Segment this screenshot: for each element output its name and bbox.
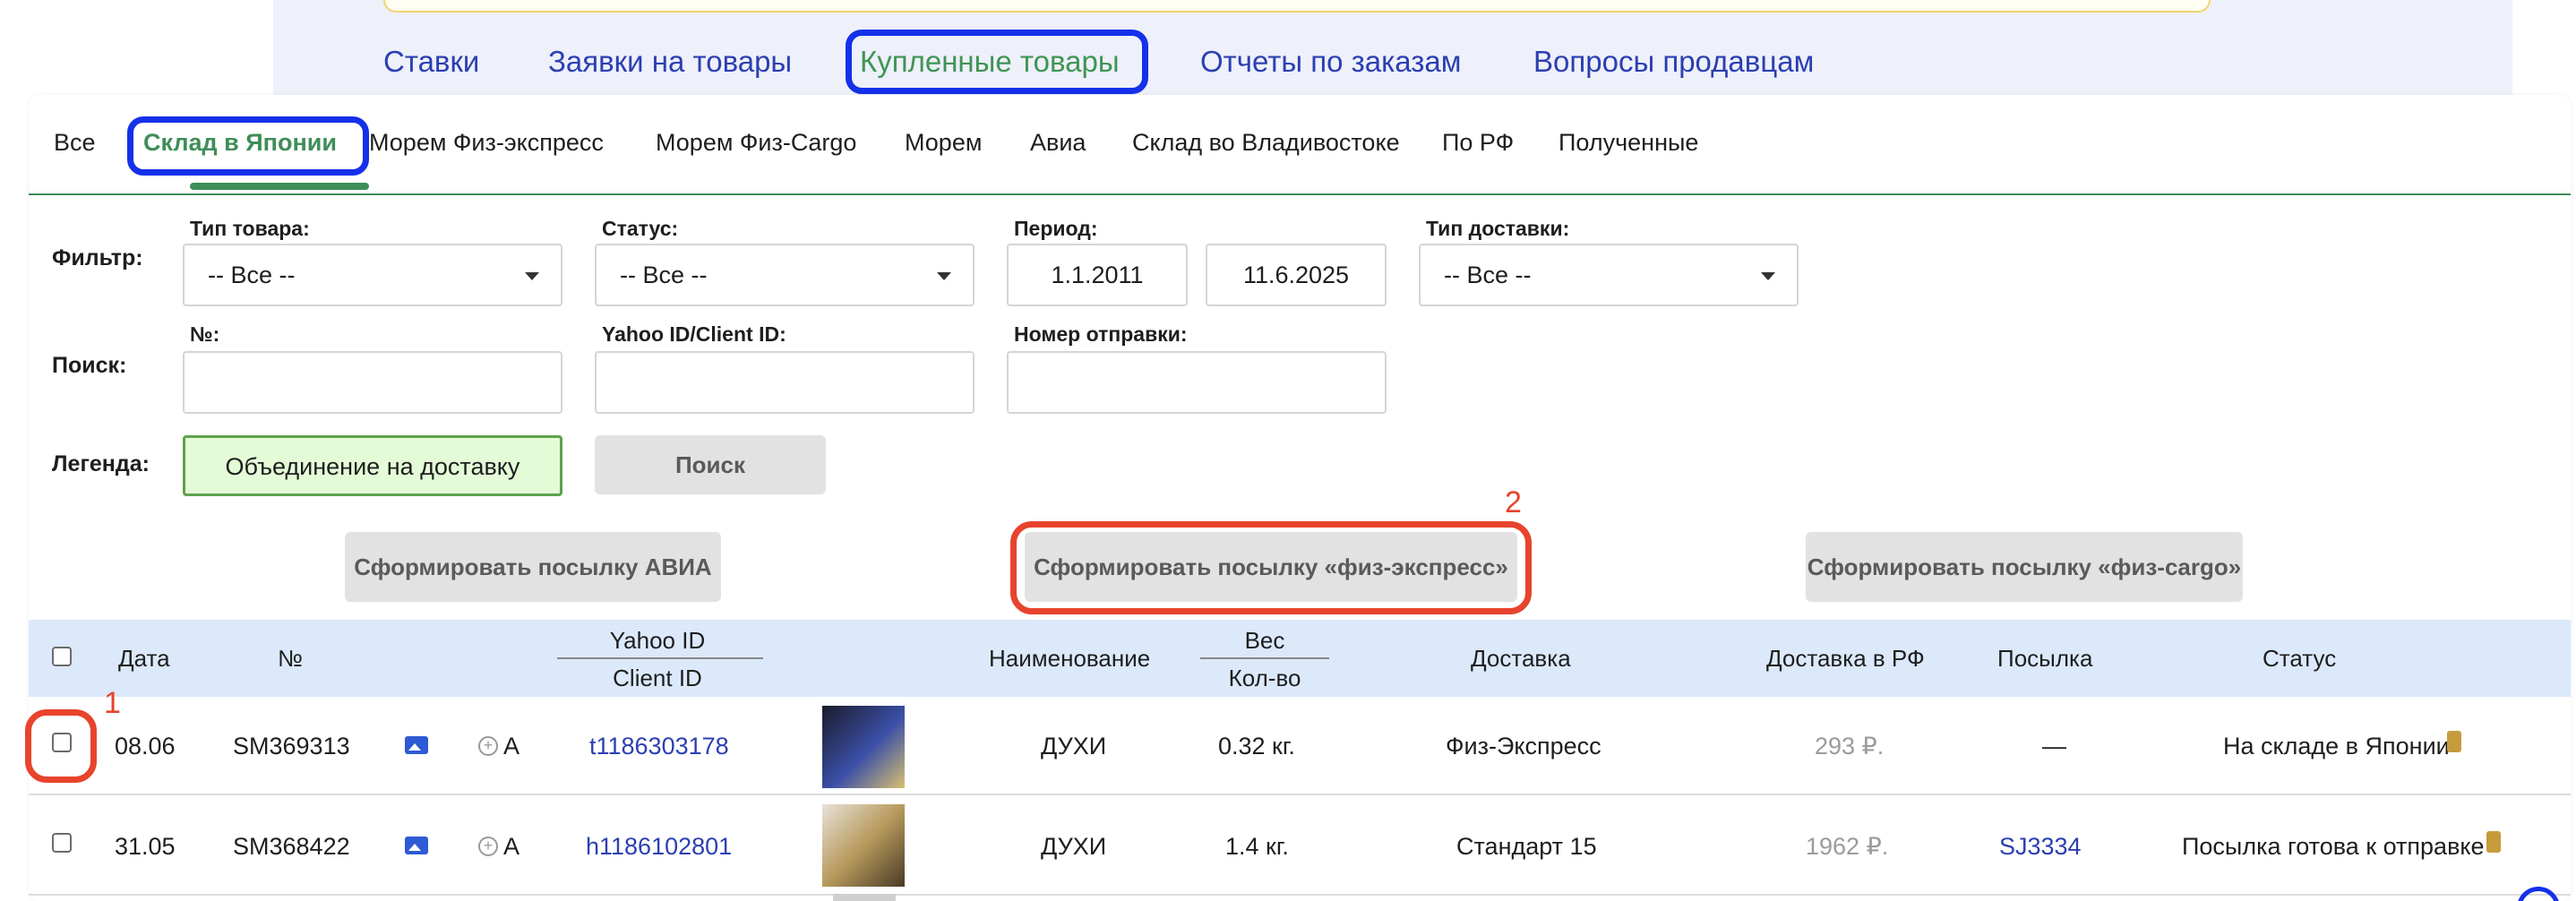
annotation-marker-1: 1	[104, 686, 121, 720]
header-status: Статус	[2263, 645, 2337, 672]
nav-order-reports[interactable]: Отчеты по заказам	[1200, 30, 1461, 93]
select-all-checkbox[interactable]	[52, 647, 72, 666]
row-checkbox[interactable]	[52, 833, 72, 853]
header-divider	[557, 657, 763, 659]
yahoo-client-input[interactable]	[595, 351, 975, 414]
row-yahoo-id-link[interactable]: t1186303178	[589, 733, 729, 760]
subtab-sea[interactable]: Морем	[905, 129, 982, 157]
row-name: ДУХИ	[1041, 833, 1107, 860]
subtab-avia[interactable]: Авиа	[1030, 129, 1086, 157]
shipment-number-input[interactable]	[1007, 351, 1387, 414]
header-delivery: Доставка	[1471, 645, 1571, 672]
product-thumbnail[interactable]	[822, 706, 905, 788]
header-date: Дата	[118, 645, 170, 672]
nav-seller-questions[interactable]: Вопросы продавцам	[1533, 30, 1814, 93]
subtab-vladivostok-warehouse[interactable]: Склад во Владивостоке	[1132, 129, 1400, 157]
nav-purchased-goods[interactable]: Купленные товары	[860, 30, 1120, 93]
row-weight: 1.4 кг.	[1225, 833, 1289, 860]
row-delivery-rf: 1962 ₽.	[1806, 833, 1889, 860]
search-button[interactable]: Поиск	[595, 435, 826, 494]
yahoo-client-label: Yahoo ID/Client ID:	[602, 322, 786, 346]
status-value: -- Все --	[620, 262, 708, 288]
table-header: Дата № Yahoo ID Client ID Наименование В…	[29, 620, 2571, 697]
form-fiz-express-parcel-button[interactable]: Сформировать посылку «физ-экспресс»	[1025, 532, 1517, 602]
subtab-sea-fiz-express[interactable]: Морем Физ-экспресс	[369, 129, 604, 157]
image-icon[interactable]	[405, 736, 428, 754]
filter-label: Фильтр:	[52, 245, 143, 270]
main-card: Все Склад в Японии Морем Физ-экспресс Мо…	[25, 95, 2571, 901]
row-number: SM369313	[233, 733, 350, 759]
header-qty: Кол-во	[1228, 665, 1301, 691]
header-divider	[1200, 657, 1329, 659]
header-parcel: Посылка	[1997, 645, 2093, 672]
header-name: Наименование	[989, 645, 1151, 672]
row-delivery: Физ-Экспресс	[1446, 733, 1601, 759]
plus-circle-icon[interactable]: +	[478, 736, 498, 756]
row-flag: A	[503, 833, 520, 860]
row-date: 31.05	[115, 833, 176, 860]
delivery-type-value: -- Все --	[1444, 262, 1532, 288]
chevron-down-icon	[937, 272, 951, 280]
subtab-received[interactable]: Полученные	[1558, 129, 1698, 157]
delivery-type-label: Тип доставки:	[1426, 217, 1570, 240]
row-delivery: Стандарт 15	[1456, 833, 1597, 860]
period-label: Период:	[1014, 217, 1098, 240]
row-yahoo-id-link[interactable]: h1186102801	[586, 833, 732, 861]
table-row: 31.05 SM368422 + A h1186102801 ДУХИ 1.4 …	[29, 797, 2571, 896]
tag-icon[interactable]	[2447, 731, 2461, 752]
product-thumbnail-partial	[833, 894, 896, 901]
row-status: На складе в Японии	[2223, 733, 2450, 759]
row-number: SM368422	[233, 833, 350, 860]
subtab-sea-fiz-cargo[interactable]: Морем Физ-Cargo	[656, 129, 856, 157]
row-checkbox[interactable]	[52, 733, 72, 752]
chevron-down-icon	[1761, 272, 1775, 280]
row-status: Посылка готова к отправке	[2182, 833, 2485, 860]
row-parcel: —	[2042, 733, 2066, 759]
legend-label: Легенда:	[52, 451, 150, 476]
header-yahoo-id: Yahoo ID	[609, 627, 706, 654]
subtab-all[interactable]: Все	[54, 129, 96, 157]
row-delivery-rf: 293 ₽.	[1815, 733, 1885, 759]
header-delivery-rf: Доставка в РФ	[1766, 645, 1925, 672]
nav-bids[interactable]: Ставки	[383, 30, 479, 93]
status-select[interactable]: -- Все --	[595, 244, 975, 306]
image-icon[interactable]	[405, 837, 428, 854]
nav-product-requests[interactable]: Заявки на товары	[548, 30, 792, 93]
chevron-down-icon	[525, 272, 539, 280]
active-subtab-indicator	[190, 183, 369, 190]
form-fiz-cargo-parcel-button[interactable]: Сформировать посылку «физ-cargo»	[1806, 532, 2243, 602]
product-thumbnail[interactable]	[822, 804, 905, 887]
number-input[interactable]	[183, 351, 562, 414]
form-avia-parcel-button[interactable]: Сформировать посылку АВИА	[345, 532, 721, 602]
row-parcel-link[interactable]: SJ3334	[1999, 833, 2082, 861]
notice-strip	[383, 0, 2211, 13]
row-weight: 0.32 кг.	[1218, 733, 1295, 759]
header-client-id: Client ID	[613, 665, 702, 691]
status-label: Статус:	[602, 217, 679, 240]
search-label: Поиск:	[52, 353, 127, 378]
header-number: №	[278, 645, 303, 672]
row-flag: A	[503, 733, 520, 759]
number-label: №:	[190, 322, 220, 346]
shipment-number-label: Номер отправки:	[1014, 322, 1188, 346]
period-to-input[interactable]: 11.6.2025	[1206, 244, 1387, 306]
table-row: 08.06 SM369313 + A t1186303178 ДУХИ 0.32…	[29, 697, 2571, 795]
product-type-value: -- Все --	[208, 262, 296, 288]
subtab-russia[interactable]: По РФ	[1442, 129, 1514, 157]
header-weight: Вес	[1244, 627, 1285, 654]
delivery-type-select[interactable]: -- Все --	[1419, 244, 1799, 306]
product-type-label: Тип товара:	[190, 217, 310, 240]
period-from-input[interactable]: 1.1.2011	[1007, 244, 1188, 306]
product-type-select[interactable]: -- Все --	[183, 244, 562, 306]
legend-merge-delivery: Объединение на доставку	[183, 435, 562, 496]
subtabs-bar: Все Склад в Японии Морем Физ-экспресс Мо…	[29, 95, 2571, 195]
row-name: ДУХИ	[1041, 733, 1107, 759]
subtab-japan-warehouse[interactable]: Склад в Японии	[143, 129, 337, 157]
annotation-marker-2: 2	[1505, 485, 1522, 519]
plus-circle-icon[interactable]: +	[478, 837, 498, 856]
tag-icon[interactable]	[2486, 831, 2501, 853]
row-date: 08.06	[115, 733, 176, 759]
